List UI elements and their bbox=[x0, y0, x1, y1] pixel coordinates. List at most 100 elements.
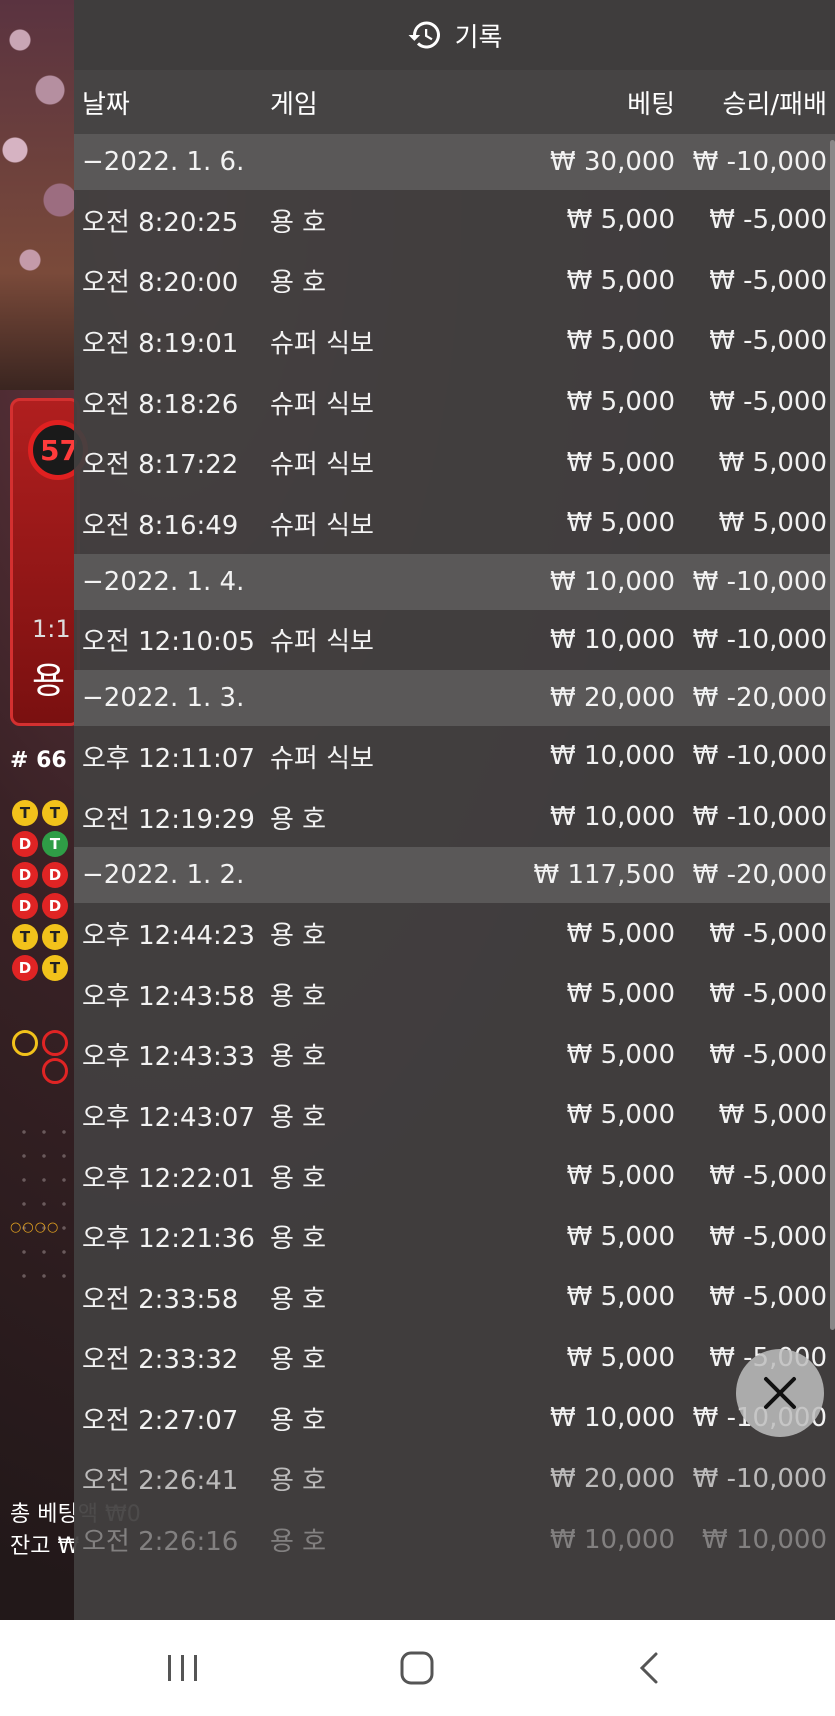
row-result: ₩ -5,000 bbox=[709, 1221, 827, 1252]
row-date: 오후 12:22:01 bbox=[82, 1163, 255, 1194]
row-game: 용 호 bbox=[270, 1345, 327, 1376]
row-date: 오전 8:16:49 bbox=[82, 510, 239, 541]
row-result: ₩ -5,000 bbox=[709, 1282, 827, 1313]
row-result: ₩ -10,000 bbox=[692, 741, 827, 772]
row-game: 용 호 bbox=[270, 1466, 327, 1497]
bead: D bbox=[12, 955, 38, 981]
history-row: 오전 12:10:05 슈퍼 식보 ₩ 10,000 ₩ -10,000 bbox=[74, 610, 835, 671]
row-date: 오전 8:18:26 bbox=[82, 389, 239, 420]
row-game: 용 호 bbox=[270, 1527, 327, 1558]
row-date: 오전 2:27:07 bbox=[82, 1405, 239, 1436]
row-date: 오후 12:43:07 bbox=[82, 1102, 255, 1133]
recents-icon bbox=[168, 1655, 197, 1681]
date-group-row: −2022. 1. 4. ₩ 10,000 ₩ -10,000 bbox=[74, 553, 835, 610]
home-icon bbox=[400, 1651, 434, 1685]
row-result: ₩ -10,000 bbox=[692, 1463, 827, 1494]
payout-ratio: 1:1 bbox=[32, 615, 71, 643]
row-bet: ₩ 5,000 bbox=[566, 979, 675, 1010]
history-row: 오후 12:22:01 용 호 ₩ 5,000 ₩ -5,000 bbox=[74, 1146, 835, 1207]
history-row: 오전 2:33:58 용 호 ₩ 5,000 ₩ -5,000 bbox=[74, 1267, 835, 1328]
row-date: −2022. 1. 3. bbox=[82, 683, 245, 714]
row-result: ₩ 5,000 bbox=[718, 508, 827, 539]
row-result: ₩ -5,000 bbox=[709, 1039, 827, 1070]
column-header-bet: 베팅 bbox=[627, 89, 675, 120]
column-header-result: 승리/패배 bbox=[722, 89, 827, 120]
row-bet: ₩ 10,000 bbox=[550, 624, 675, 655]
date-group-row: −2022. 1. 3. ₩ 20,000 ₩ -20,000 bbox=[74, 670, 835, 727]
row-bet: ₩ 10,000 bbox=[550, 1524, 675, 1555]
history-list[interactable]: −2022. 1. 6. ₩ 30,000 ₩ -10,000 오전 8:20:25 용… bbox=[74, 134, 835, 1570]
row-date: 오전 8:20:00 bbox=[82, 268, 239, 299]
history-row: 오전 8:17:22 슈퍼 식보 ₩ 5,000 ₩ 5,000 bbox=[74, 432, 835, 493]
row-date: −2022. 1. 6. bbox=[82, 147, 245, 177]
row-date: 오후 12:21:36 bbox=[82, 1224, 255, 1255]
row-date: 오전 2:26:41 bbox=[82, 1466, 239, 1497]
row-result: ₩ -5,000 bbox=[709, 265, 827, 296]
row-bet: ₩ 20,000 bbox=[550, 683, 675, 714]
row-game: 용 호 bbox=[270, 1405, 327, 1436]
row-bet: ₩ 5,000 bbox=[566, 447, 675, 478]
scrollbar[interactable] bbox=[830, 140, 835, 1330]
home-button[interactable] bbox=[387, 1640, 447, 1696]
history-row: 오후 12:11:07 슈퍼 식보 ₩ 10,000 ₩ -10,000 bbox=[74, 726, 835, 787]
row-bet: ₩ 5,000 bbox=[566, 1161, 675, 1192]
row-date: −2022. 1. 4. bbox=[82, 566, 245, 597]
row-date: 오후 12:43:33 bbox=[82, 1042, 255, 1073]
row-bet: ₩ 10,000 bbox=[550, 1403, 675, 1434]
row-date: 오전 8:20:25 bbox=[82, 207, 239, 238]
row-bet: ₩ 5,000 bbox=[566, 1342, 675, 1373]
history-row: 오전 2:33:32용 호₩ 5,000₩ -5,000 bbox=[74, 1328, 835, 1389]
history-row: 오전 2:26:16 용 호 ₩ 10,000 ₩ 10,000 bbox=[74, 1509, 835, 1570]
row-game: 용 호 bbox=[270, 921, 327, 952]
history-row: 오후 12:43:33 용 호 ₩ 5,000 ₩ -5,000 bbox=[74, 1025, 835, 1086]
row-date: 오전 2:33:58 bbox=[82, 1284, 239, 1315]
small-road: ○○○○ bbox=[10, 1220, 60, 1235]
row-game: 용 호 bbox=[270, 1042, 327, 1073]
row-result: ₩ -10,000 bbox=[692, 802, 827, 833]
row-date: 오후 12:11:07 bbox=[82, 743, 255, 774]
row-result: ₩ 5,000 bbox=[718, 447, 827, 478]
row-bet: ₩ 5,000 bbox=[566, 508, 675, 539]
back-button[interactable] bbox=[620, 1640, 680, 1696]
history-row: 오전 2:27:07용 호₩ 10,000₩ -10,000 bbox=[74, 1388, 835, 1449]
row-bet: ₩ 5,000 bbox=[566, 1039, 675, 1070]
bead: T bbox=[42, 924, 68, 950]
row-date: 오후 12:43:58 bbox=[82, 981, 255, 1012]
row-bet: ₩ 10,000 bbox=[550, 802, 675, 833]
bead: D bbox=[42, 893, 68, 919]
date-group-row: −2022. 1. 6. ₩ 30,000 ₩ -10,000 bbox=[74, 134, 835, 190]
history-row: 오전 12:19:29 용 호 ₩ 10,000 ₩ -10,000 bbox=[74, 787, 835, 848]
row-result: ₩ 10,000 bbox=[702, 1524, 827, 1555]
bead: T bbox=[12, 924, 38, 950]
round-number: # 66 bbox=[10, 748, 67, 773]
row-date: 오전 12:10:05 bbox=[82, 627, 255, 658]
row-game: 용 호 bbox=[270, 1224, 327, 1255]
row-result: ₩ -10,000 bbox=[692, 566, 827, 597]
history-row: 오후 12:21:36 용 호 ₩ 5,000 ₩ -5,000 bbox=[74, 1206, 835, 1267]
row-date: 오전 8:19:01 bbox=[82, 328, 239, 359]
row-bet: ₩ 10,000 bbox=[550, 566, 675, 597]
row-game: 용 호 bbox=[270, 1102, 327, 1133]
row-bet: ₩ 5,000 bbox=[566, 205, 675, 236]
column-header-date: 날짜 bbox=[82, 89, 130, 120]
bead: T bbox=[42, 831, 68, 857]
row-result: ₩ 5,000 bbox=[718, 1100, 827, 1131]
row-game: 슈퍼 식보 bbox=[270, 510, 374, 541]
row-bet: ₩ 5,000 bbox=[566, 1282, 675, 1313]
row-game: 슈퍼 식보 bbox=[270, 627, 374, 658]
row-date: 오전 2:33:32 bbox=[82, 1345, 239, 1376]
close-button[interactable] bbox=[736, 1349, 824, 1437]
row-date: −2022. 1. 2. bbox=[82, 860, 245, 891]
bead: D bbox=[12, 862, 38, 888]
history-row: 오전 8:20:25 용 호 ₩ 5,000 ₩ -5,000 bbox=[74, 190, 835, 251]
row-result: ₩ -20,000 bbox=[692, 683, 827, 714]
history-row: 오전 8:20:00 용 호 ₩ 5,000 ₩ -5,000 bbox=[74, 251, 835, 312]
row-game: 슈퍼 식보 bbox=[270, 389, 374, 420]
history-row: 오후 12:44:23 용 호 ₩ 5,000 ₩ -5,000 bbox=[74, 903, 835, 964]
row-bet: ₩ 5,000 bbox=[566, 1221, 675, 1252]
system-nav-bar bbox=[0, 1620, 835, 1716]
recents-button[interactable] bbox=[153, 1640, 213, 1696]
row-bet: ₩ 5,000 bbox=[566, 1100, 675, 1131]
dragon-label: 용 bbox=[32, 661, 66, 702]
history-panel: 기록 날짜 게임 베팅 승리/패배 −2022. 1. 6. ₩ 30,000 ₩ … bbox=[74, 0, 835, 1620]
